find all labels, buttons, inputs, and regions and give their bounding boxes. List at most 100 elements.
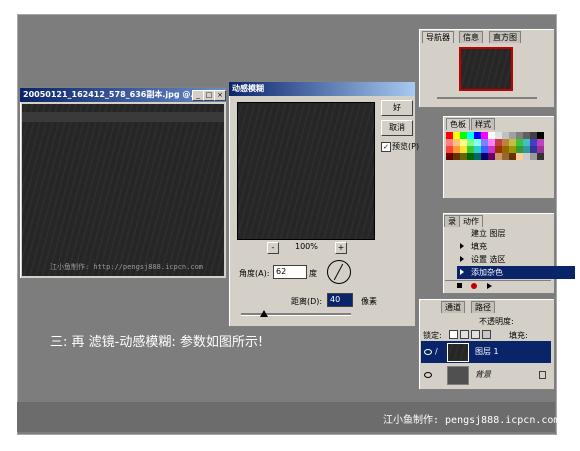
color-swatch[interactable]: [537, 132, 544, 139]
color-swatch[interactable]: [502, 146, 509, 153]
lock-brush-icon[interactable]: [460, 330, 469, 339]
color-swatch[interactable]: [446, 132, 453, 139]
navigator-zoom-slider[interactable]: [437, 97, 537, 99]
layer-row-selected[interactable]: / 图层 1: [421, 341, 551, 363]
color-swatch[interactable]: [516, 153, 523, 160]
color-swatch[interactable]: [502, 132, 509, 139]
color-swatch[interactable]: [537, 146, 544, 153]
tab-actions[interactable]: 动作: [459, 215, 483, 227]
action-item-selected[interactable]: 添加杂色: [457, 266, 575, 279]
color-swatch[interactable]: [467, 139, 474, 146]
color-swatch[interactable]: [446, 146, 453, 153]
angle-dial[interactable]: [327, 260, 351, 284]
color-swatch[interactable]: [495, 146, 502, 153]
lock-all-icon[interactable]: [482, 330, 491, 339]
color-swatch[interactable]: [509, 132, 516, 139]
lock-move-icon[interactable]: [471, 330, 480, 339]
color-swatch[interactable]: [467, 146, 474, 153]
tab-info[interactable]: 信息: [459, 31, 483, 43]
action-item[interactable]: 建立 图层: [457, 227, 575, 240]
tab-channels[interactable]: 通道: [441, 301, 465, 313]
zoom-in-button[interactable]: +: [335, 242, 347, 254]
expand-triangle-icon[interactable]: [460, 269, 464, 275]
color-swatch[interactable]: [516, 146, 523, 153]
color-swatch[interactable]: [523, 132, 530, 139]
preview-checkbox[interactable]: ✓: [381, 142, 391, 152]
color-swatch[interactable]: [509, 146, 516, 153]
color-swatch[interactable]: [481, 132, 488, 139]
play-icon[interactable]: [487, 283, 492, 289]
color-swatch[interactable]: [495, 139, 502, 146]
color-swatch[interactable]: [523, 139, 530, 146]
eye-icon[interactable]: [424, 349, 432, 355]
layer-row[interactable]: 背景: [421, 364, 551, 386]
color-swatch[interactable]: [502, 139, 509, 146]
tab-styles[interactable]: 样式: [471, 118, 495, 130]
tab-histogram[interactable]: 直方图: [489, 31, 521, 43]
color-swatch[interactable]: [488, 132, 495, 139]
color-swatch[interactable]: [537, 153, 544, 160]
dialog-title-bar[interactable]: 动感模糊: [229, 82, 415, 96]
color-swatch[interactable]: [474, 139, 481, 146]
navigator-thumbnail[interactable]: [459, 47, 513, 91]
zoom-out-button[interactable]: -: [267, 242, 279, 254]
color-swatch[interactable]: [460, 146, 467, 153]
tab-swatches[interactable]: 色板: [446, 118, 470, 130]
color-swatch[interactable]: [530, 132, 537, 139]
eye-icon[interactable]: [424, 372, 432, 378]
lock-transparency-icon[interactable]: [449, 330, 458, 339]
color-swatch[interactable]: [474, 153, 481, 160]
color-swatch[interactable]: [537, 139, 544, 146]
action-item[interactable]: 设置 选区: [457, 253, 575, 266]
distance-slider-track[interactable]: [241, 313, 351, 316]
color-swatch[interactable]: [481, 139, 488, 146]
color-swatch[interactable]: [467, 132, 474, 139]
color-swatch[interactable]: [502, 153, 509, 160]
color-swatch[interactable]: [530, 146, 537, 153]
color-swatch[interactable]: [474, 132, 481, 139]
angle-unit: 度: [309, 269, 317, 278]
color-swatch[interactable]: [446, 139, 453, 146]
color-swatch[interactable]: [509, 139, 516, 146]
color-swatch[interactable]: [523, 146, 530, 153]
color-swatch[interactable]: [453, 146, 460, 153]
dialog-preview[interactable]: [237, 102, 375, 240]
tab-navigator[interactable]: 导航器: [422, 31, 454, 43]
cancel-button[interactable]: 取消: [381, 120, 413, 136]
color-swatch[interactable]: [495, 153, 502, 160]
color-swatch[interactable]: [460, 153, 467, 160]
expand-triangle-icon[interactable]: [460, 256, 464, 262]
color-swatch[interactable]: [446, 153, 453, 160]
distance-slider-thumb[interactable]: [260, 310, 268, 317]
color-swatch[interactable]: [530, 139, 537, 146]
record-icon[interactable]: [471, 283, 477, 289]
color-swatch[interactable]: [530, 153, 537, 160]
expand-triangle-icon[interactable]: [460, 243, 464, 249]
color-swatch[interactable]: [474, 146, 481, 153]
color-swatch[interactable]: [495, 132, 502, 139]
tab-history[interactable]: 录: [444, 215, 460, 227]
close-button[interactable]: ×: [214, 90, 226, 101]
distance-input[interactable]: 40: [327, 293, 353, 307]
color-swatch[interactable]: [460, 139, 467, 146]
color-swatch[interactable]: [488, 146, 495, 153]
angle-input[interactable]: 62: [273, 265, 307, 279]
color-swatch[interactable]: [467, 153, 474, 160]
color-swatch[interactable]: [453, 139, 460, 146]
color-swatch[interactable]: [481, 146, 488, 153]
color-swatch[interactable]: [460, 132, 467, 139]
document-canvas[interactable]: 江小鱼制作: http://pengsj888.icpcn.com: [22, 104, 224, 276]
color-swatch[interactable]: [481, 153, 488, 160]
action-item[interactable]: 填充: [457, 240, 575, 253]
color-swatch[interactable]: [488, 153, 495, 160]
tab-paths[interactable]: 路径: [471, 301, 495, 313]
color-swatch[interactable]: [523, 153, 530, 160]
color-swatch[interactable]: [453, 153, 460, 160]
color-swatch[interactable]: [516, 139, 523, 146]
ok-button[interactable]: 好: [381, 100, 413, 116]
color-swatch[interactable]: [516, 132, 523, 139]
color-swatch[interactable]: [509, 153, 516, 160]
color-swatch[interactable]: [453, 132, 460, 139]
color-swatch[interactable]: [488, 139, 495, 146]
stop-icon[interactable]: [457, 283, 462, 288]
